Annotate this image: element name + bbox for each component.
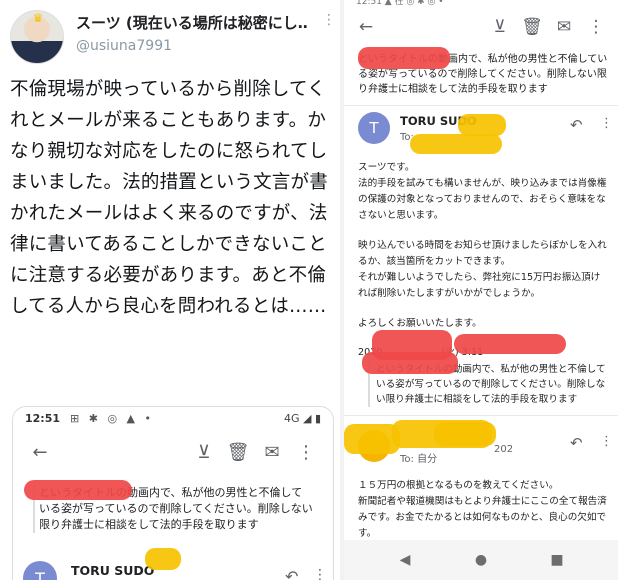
display-name[interactable]: スーツ (現在いる場所は秘密にし… xyxy=(76,12,308,33)
more-vertical-icon[interactable]: ⋮ xyxy=(600,434,613,449)
message-body: １５万円の根拠となるものを教えてください。 新聞記者や報道機関はもとより弁護士に… xyxy=(358,478,608,542)
body-paragraph: １５万円の根拠となるものを教えてください。 新聞記者や報道機関はもとより弁護士に… xyxy=(358,480,607,539)
mail-icon[interactable]: ✉ xyxy=(255,435,289,469)
back-arrow-icon[interactable]: ← xyxy=(350,11,382,43)
message-body: スーツです。 法的手段を試みても構いませんが、映り込みまでは肖像権の保護の対象と… xyxy=(358,160,608,332)
redaction-mark xyxy=(145,548,181,570)
recents-nav-icon[interactable]: ■ xyxy=(546,552,568,568)
tweet-panel: ♛ スーツ (現在いる場所は秘密にし… @usiuna7991 ⋮ 不倫現場が映… xyxy=(0,0,340,580)
more-vertical-icon[interactable]: ⋮ xyxy=(322,12,336,28)
redaction-mark xyxy=(458,114,506,136)
reply-icon[interactable]: ↶ xyxy=(570,434,583,452)
trash-icon[interactable]: 🗑 xyxy=(516,11,548,43)
redaction-mark xyxy=(362,352,458,374)
body-paragraph: 映り込んでいる時間をお知らせ頂けましたらぼかしを入れるか、該当箇所をカットできま… xyxy=(358,240,607,299)
more-vertical-icon[interactable]: ⋮ xyxy=(580,11,612,43)
archive-icon[interactable]: ⊻ xyxy=(484,11,516,43)
message-date: 202 xyxy=(494,444,514,455)
android-nav-bar: ◀ ● ■ xyxy=(344,540,618,580)
redaction-mark xyxy=(410,134,502,154)
embed-mail-toolbar: ← ⊻ 🗑 ✉ ⋮ xyxy=(13,429,333,475)
status-icons: ⊞ ✱ ◎ ▲ • xyxy=(70,411,154,425)
profile-avatar[interactable]: ♛ xyxy=(10,10,64,64)
home-nav-icon[interactable]: ● xyxy=(470,552,492,568)
back-nav-icon[interactable]: ◀ xyxy=(394,552,416,568)
more-vertical-icon[interactable]: ⋮ xyxy=(313,567,327,580)
redaction-mark xyxy=(454,334,566,354)
user-handle[interactable]: @usiuna7991 xyxy=(76,38,172,54)
mail-toolbar: ← ⊻ 🗑 ✉ ⋮ xyxy=(344,8,618,46)
reply-icon[interactable]: ↶ xyxy=(570,116,583,134)
mail-icon[interactable]: ✉ xyxy=(548,11,580,43)
tweet-text: 不倫現場が映っているから削除してくれとメールが来ることもあります。かなり親切な対… xyxy=(10,79,328,317)
status-time: 12:51 xyxy=(25,411,61,425)
redaction-mark xyxy=(24,480,132,500)
more-vertical-icon[interactable]: ⋮ xyxy=(600,116,613,131)
archive-icon[interactable]: ⊻ xyxy=(187,435,221,469)
network-icons: 4G ◢ ▮ xyxy=(283,411,321,425)
back-arrow-icon[interactable]: ← xyxy=(23,435,57,469)
sender-avatar: T xyxy=(23,561,57,580)
divider xyxy=(344,415,618,416)
trash-icon[interactable]: 🗑 xyxy=(221,435,255,469)
sender-avatar: T xyxy=(358,112,390,144)
more-vertical-icon[interactable]: ⋮ xyxy=(289,435,323,469)
embed-status-bar: 12:51 ⊞ ✱ ◎ ▲ • 4G ◢ ▮ xyxy=(13,407,333,429)
reply-icon[interactable]: ↶ xyxy=(285,567,298,580)
recipient-line[interactable]: To: 自分 xyxy=(400,450,437,465)
status-bar: 12:51 ▲ 在 ◎ ✱ ◎ • xyxy=(356,0,444,7)
sender-name: TORU SUDO xyxy=(71,563,155,578)
body-paragraph: スーツです。 法的手段を試みても構いませんが、映り込みまでは肖像権の保護の対象と… xyxy=(358,162,607,221)
crown-icon: ♛ xyxy=(32,11,44,25)
gmail-thread-panel: 12:51 ▲ 在 ◎ ✱ ◎ • ← ⊻ 🗑 ✉ ⋮ というタイトルの動画内で… xyxy=(344,0,618,580)
redaction-mark xyxy=(358,47,450,69)
redaction-mark xyxy=(434,422,496,446)
